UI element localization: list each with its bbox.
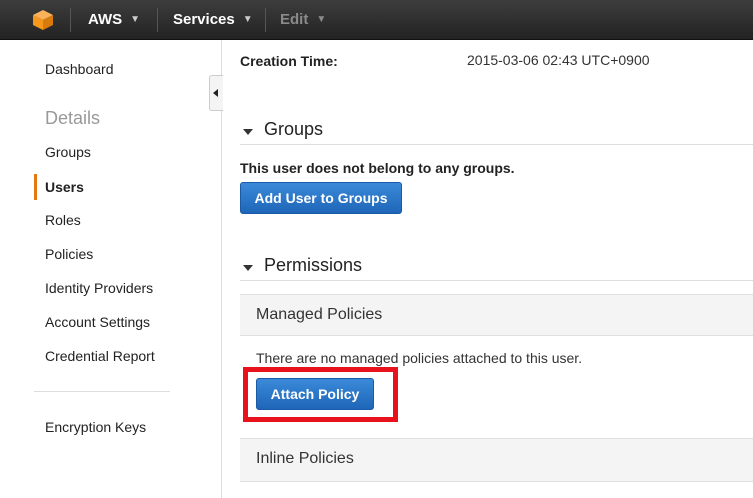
inline-policies-header[interactable]: Inline Policies bbox=[240, 438, 753, 482]
nav-separator bbox=[70, 8, 71, 32]
caret-down-icon bbox=[243, 129, 253, 135]
managed-policies-empty-message: There are no managed policies attached t… bbox=[256, 350, 583, 366]
aws-cube-logo-icon[interactable] bbox=[32, 9, 54, 31]
edit-menu-label: Edit bbox=[280, 11, 309, 28]
sidebar-divider bbox=[34, 391, 170, 392]
collapse-sidebar-button[interactable] bbox=[209, 75, 223, 111]
sidebar-item-identity-providers[interactable]: Identity Providers bbox=[45, 280, 153, 296]
sidebar-item-dashboard[interactable]: Dashboard bbox=[45, 61, 114, 77]
sidebar-item-users[interactable]: Users bbox=[45, 179, 84, 195]
chevron-down-icon: ▼ bbox=[242, 14, 253, 25]
active-indicator bbox=[34, 174, 37, 200]
highlight-annotation bbox=[243, 367, 398, 422]
chevron-down-icon: ▼ bbox=[316, 14, 327, 25]
creation-time-value: 2015-03-06 02:43 UTC+0900 bbox=[467, 52, 650, 68]
sidebar-item-policies[interactable]: Policies bbox=[45, 246, 93, 262]
sidebar-item-account-settings[interactable]: Account Settings bbox=[45, 314, 150, 330]
sidebar-heading-details: Details bbox=[45, 108, 101, 128]
creation-time-label: Creation Time: bbox=[240, 53, 338, 69]
aws-menu-label: AWS bbox=[88, 11, 123, 28]
section-divider bbox=[240, 144, 753, 145]
sidebar-item-credential-report[interactable]: Credential Report bbox=[45, 348, 155, 364]
chevron-down-icon: ▼ bbox=[130, 14, 141, 25]
services-menu[interactable]: Services ▼ bbox=[173, 0, 253, 40]
chevron-left-icon bbox=[213, 89, 218, 97]
sidebar-item-roles[interactable]: Roles bbox=[45, 212, 81, 228]
managed-policies-header[interactable]: Managed Policies bbox=[240, 294, 753, 336]
section-divider bbox=[240, 280, 753, 281]
groups-empty-message: This user does not belong to any groups. bbox=[240, 160, 515, 176]
caret-down-icon bbox=[243, 265, 253, 271]
main-content: Creation Time: 2015-03-06 02:43 UTC+0900… bbox=[223, 40, 753, 498]
services-menu-label: Services bbox=[173, 11, 235, 28]
groups-section-title: Groups bbox=[264, 119, 324, 139]
permissions-section-toggle[interactable]: Permissions bbox=[240, 255, 440, 279]
top-navigation-bar: AWS ▼ Services ▼ Edit ▼ bbox=[0, 0, 753, 40]
sidebar: Dashboard Details Groups Users Roles Pol… bbox=[0, 40, 223, 498]
groups-section-toggle[interactable]: Groups bbox=[240, 119, 440, 143]
add-user-to-groups-button[interactable]: Add User to Groups bbox=[240, 182, 402, 214]
nav-separator bbox=[157, 8, 158, 32]
sidebar-item-groups[interactable]: Groups bbox=[45, 144, 91, 160]
sidebar-item-encryption-keys[interactable]: Encryption Keys bbox=[45, 419, 146, 435]
nav-separator bbox=[265, 8, 266, 32]
edit-menu[interactable]: Edit ▼ bbox=[280, 0, 326, 40]
permissions-section-title: Permissions bbox=[264, 255, 363, 275]
aws-menu[interactable]: AWS ▼ bbox=[88, 0, 140, 40]
inline-policies-title: Inline Policies bbox=[256, 450, 354, 467]
managed-policies-title: Managed Policies bbox=[256, 306, 383, 323]
